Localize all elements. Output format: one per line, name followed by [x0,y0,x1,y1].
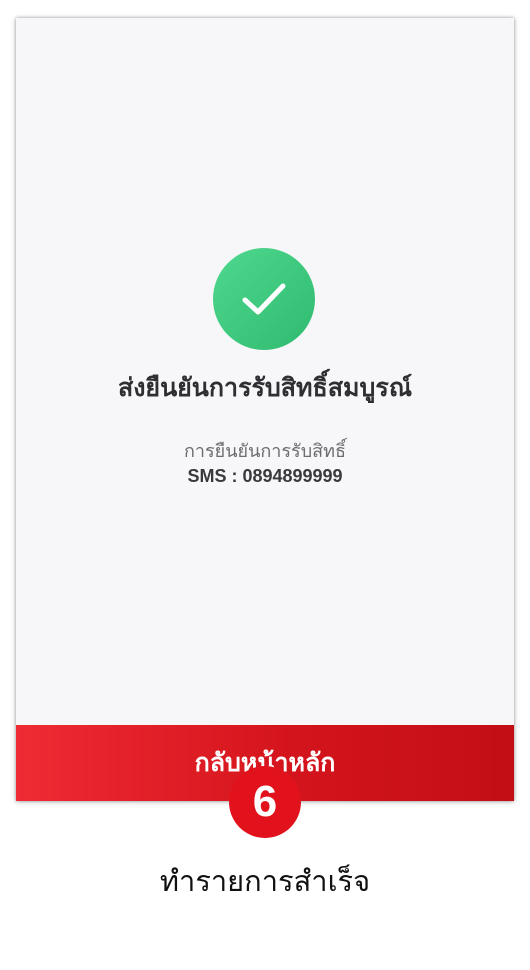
confirmation-title: ส่งยืนยันการรับสิทธิ์สมบูรณ์ [117,374,413,402]
check-icon [242,283,286,315]
sms-number-text: SMS : 0894899999 [187,466,343,486]
tutorial-step-page: ส่งยืนยันการรับสิทธิ์สมบูรณ์ การยืนยันกา… [0,0,530,970]
success-check-icon [213,248,315,350]
app-screen: ส่งยืนยันการรับสิทธิ์สมบูรณ์ การยืนยันกา… [16,18,514,801]
step-caption: ทำรายการสำเร็จ [159,866,371,898]
step-number-badge: 6 [229,766,301,838]
confirmation-subtitle: การยืนยันการรับสิทธิ์ [184,441,346,461]
